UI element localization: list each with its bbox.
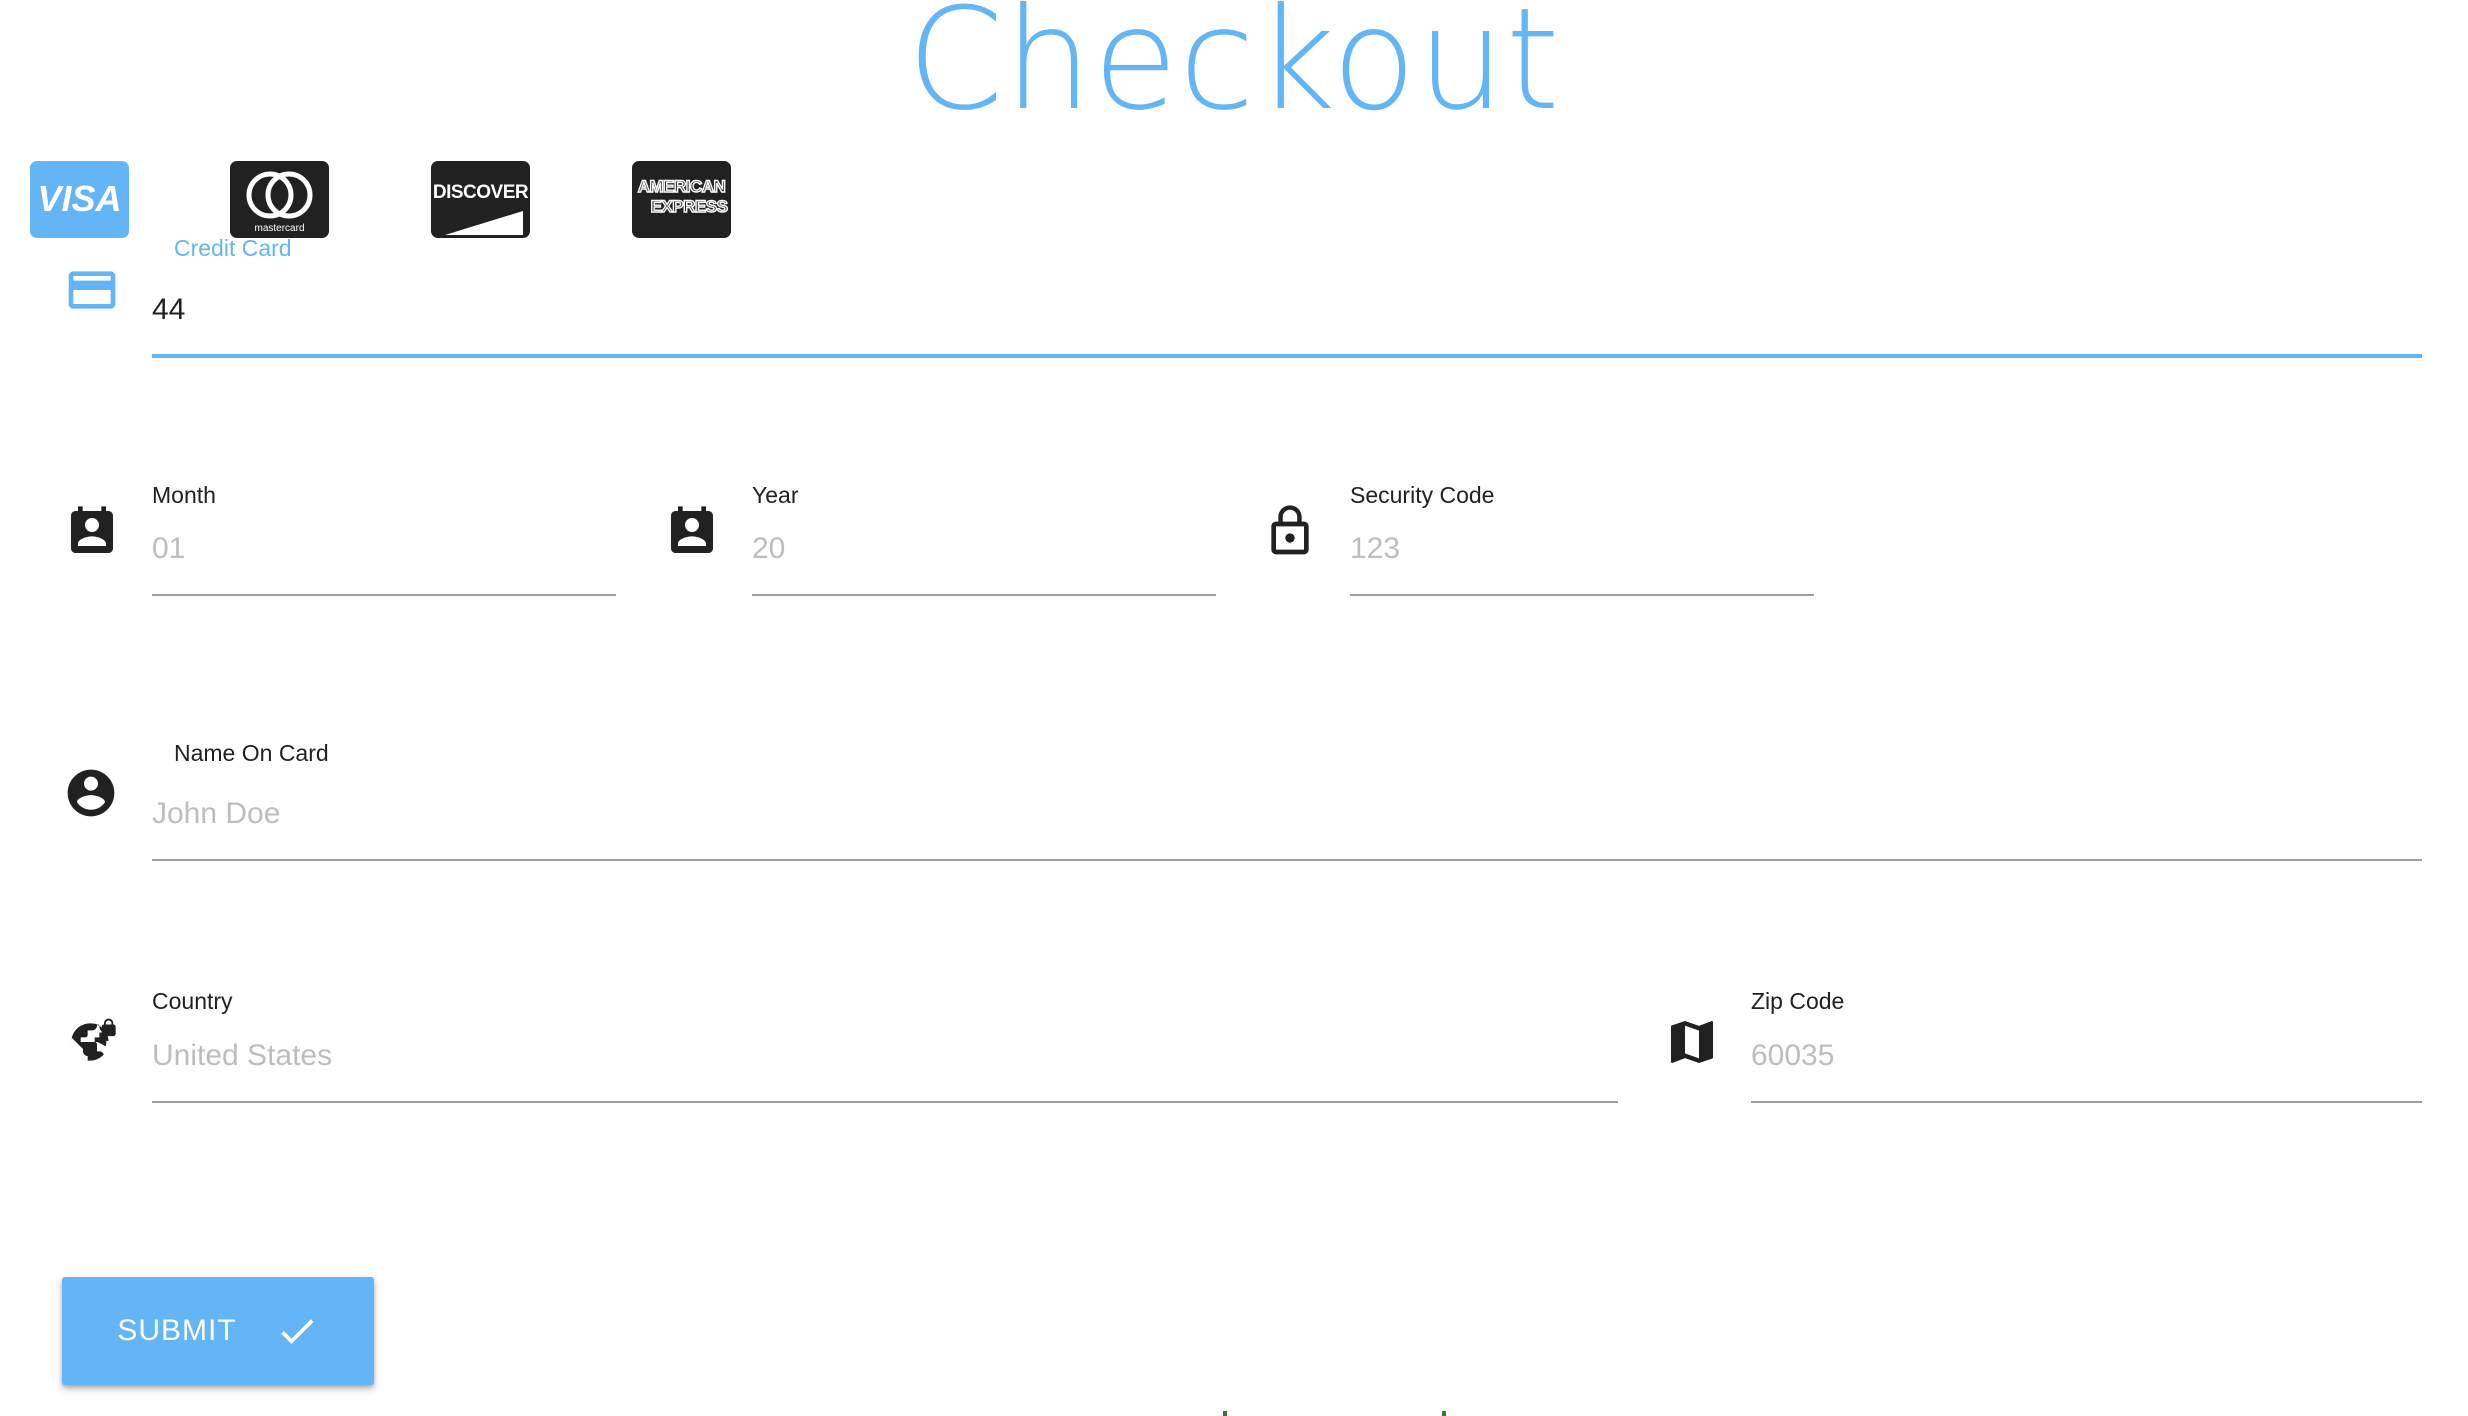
american-express-logo-subtext: EXPRESS [651, 197, 728, 216]
security-code-underline [1350, 594, 1814, 596]
credit-card-input[interactable] [152, 290, 2422, 330]
security-code-input[interactable] [1350, 529, 1814, 569]
mastercard-logo: mastercard [230, 161, 329, 238]
american-express-logo: AMERICAN EXPRESS [632, 161, 731, 238]
discover-logo-text: DISCOVER [433, 182, 529, 203]
footer-mark [1223, 1411, 1227, 1416]
name-on-card-underline [152, 859, 2422, 861]
month-input[interactable] [152, 529, 616, 569]
credit-card-underline [152, 354, 2422, 358]
check-icon [280, 1319, 314, 1344]
country-input[interactable] [152, 1036, 1618, 1076]
account-circle-icon [63, 765, 119, 821]
globe-lock-icon [62, 1014, 118, 1070]
year-label: Year [752, 482, 799, 508]
zip-code-input[interactable] [1751, 1036, 2422, 1076]
visa-logo-text: VISA [37, 178, 121, 219]
lock-icon [1262, 503, 1318, 559]
page-title: Checkout [907, 0, 1561, 142]
name-on-card-label: Name On Card [174, 740, 329, 766]
month-underline [152, 594, 616, 596]
map-icon [1664, 1014, 1720, 1070]
name-on-card-input[interactable] [152, 794, 2422, 834]
discover-logo: DISCOVER [431, 161, 530, 238]
mastercard-logo-text: mastercard [254, 223, 304, 234]
year-underline [752, 594, 1216, 596]
country-underline [152, 1101, 1618, 1103]
checkout-page: Checkout VISA mastercard DISCOVER AMERIC… [0, 0, 2468, 1416]
footer-mark [1442, 1411, 1446, 1416]
calendar-account-icon [664, 504, 720, 560]
visa-logo: VISA [30, 161, 129, 238]
credit-card-label: Credit Card [174, 235, 292, 261]
american-express-logo-text: AMERICAN [638, 177, 726, 196]
country-label: Country [152, 988, 233, 1014]
zip-code-underline [1751, 1101, 2422, 1103]
submit-button-label: SUBMIT [117, 1314, 237, 1347]
year-input[interactable] [752, 529, 1216, 569]
zip-code-label: Zip Code [1751, 988, 1845, 1014]
calendar-account-icon [64, 504, 120, 560]
credit-card-icon [64, 262, 120, 318]
submit-button[interactable]: SUBMIT [62, 1277, 374, 1385]
month-label: Month [152, 482, 216, 508]
security-code-label: Security Code [1350, 482, 1495, 508]
